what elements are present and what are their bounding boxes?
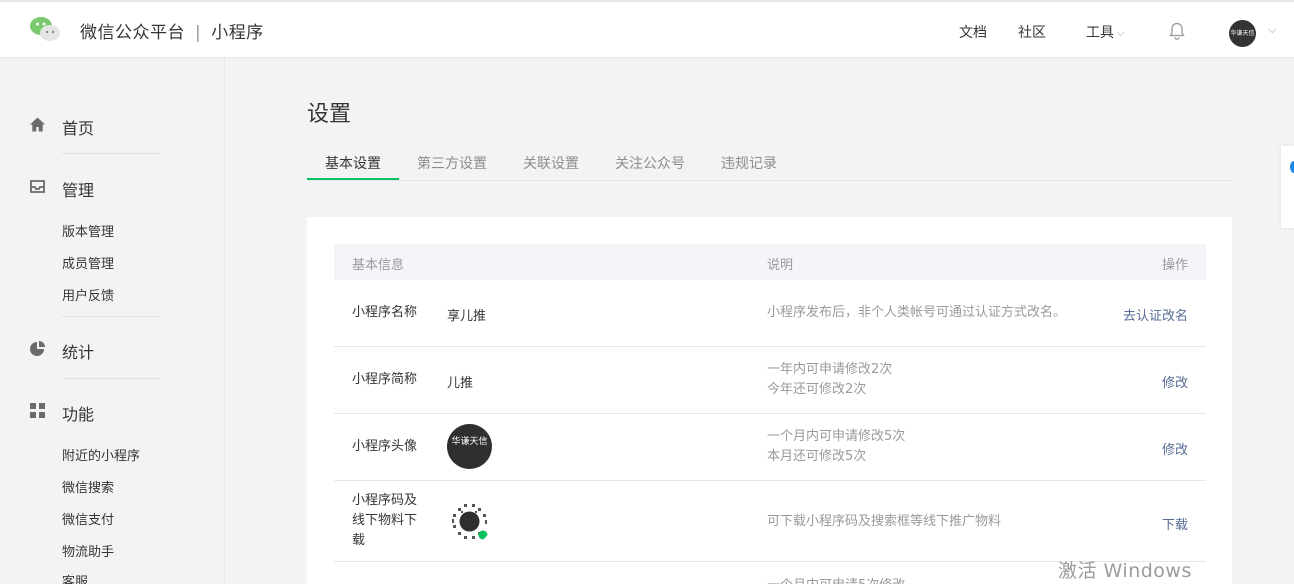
row-label: 小程序名称 — [352, 305, 418, 320]
nav-tools-label: 工具 — [1086, 25, 1114, 41]
floating-help-panel[interactable] — [1281, 146, 1294, 228]
product-name: 小程序 — [211, 23, 264, 43]
sidebar-item-logistics[interactable]: 物流助手 — [62, 541, 114, 560]
user-avatar[interactable]: 华谦天信 — [1229, 20, 1256, 47]
divider — [62, 378, 160, 379]
sidebar-item-search[interactable]: 微信搜索 — [62, 477, 114, 496]
row-desc: 可下载小程序码及搜索框等线下推广物料 — [767, 514, 1002, 529]
pie-chart-icon — [30, 341, 45, 356]
sidebar-item-members[interactable]: 成员管理 — [62, 253, 114, 272]
account-chevron-down-icon[interactable]: ⌵ — [1268, 23, 1276, 37]
row-desc-line1: 一个月内可申请修改5次 — [767, 429, 906, 444]
active-tab-indicator — [307, 178, 399, 180]
brand-separator: | — [195, 23, 202, 43]
brand-title[interactable]: 微信公众平台 | 小程序 — [80, 18, 264, 43]
chevron-down-icon: ⌵ — [1117, 28, 1125, 39]
column-header-info: 基本信息 — [352, 258, 405, 273]
tab-violations[interactable]: 违规记录 — [721, 153, 777, 173]
mini-program-avatar: 华谦天信 — [447, 424, 492, 469]
sidebar-item-home[interactable]: 首页 — [62, 115, 94, 139]
tab-basic-settings[interactable]: 基本设置 — [325, 153, 381, 173]
table-header: 基本信息 说明 操作 — [334, 244, 1206, 280]
nav-docs[interactable]: 文档 — [959, 22, 987, 42]
edit-short-name-link[interactable]: 修改 — [1162, 372, 1188, 391]
sidebar: 首页 管理 版本管理 成员管理 用户反馈 统计 功能 附近的小程序 微信搜索 微… — [0, 58, 225, 584]
column-header-desc: 说明 — [767, 258, 794, 273]
nav-community[interactable]: 社区 — [1018, 22, 1046, 42]
row-desc-line1: 一年内可申请修改2次 — [767, 362, 893, 377]
table-row: 小程序名称 享儿推 小程序发布后，非个人类帐号可通过认证方式改名。 去认证改名 — [334, 280, 1206, 347]
table-row: 小程序码及 线下物料下 载 可下载小程序码及搜索框等线下推广物料 下载 — [334, 481, 1206, 562]
nav-tools[interactable]: 工具 ⌵ — [1086, 22, 1125, 42]
top-bar: 微信公众平台 | 小程序 文档 社区 工具 ⌵ 华谦天信 ⌵ — [0, 0, 1294, 58]
brand-name: 微信公众平台 — [80, 23, 185, 43]
row-value: 享儿推 — [447, 309, 487, 324]
inbox-icon — [30, 180, 45, 193]
sidebar-item-version[interactable]: 版本管理 — [62, 221, 114, 240]
windows-activation-watermark: 激活 Windows — [1058, 560, 1192, 582]
sidebar-item-pay[interactable]: 微信支付 — [62, 509, 114, 528]
sidebar-item-service[interactable]: 客服 — [62, 571, 88, 584]
grid-icon — [30, 403, 45, 418]
sidebar-item-manage[interactable]: 管理 — [62, 177, 94, 201]
user-avatar-text: 华谦天信 — [1230, 30, 1255, 37]
row-desc: 小程序发布后，非个人类帐号可通过认证方式改名。 — [767, 305, 1067, 320]
download-link[interactable]: 下载 — [1162, 514, 1188, 533]
row-label-line2: 线下物料下 — [352, 513, 418, 528]
tab-follow-account[interactable]: 关注公众号 — [615, 153, 685, 173]
edit-avatar-link[interactable]: 修改 — [1162, 439, 1188, 458]
sidebar-item-stats[interactable]: 统计 — [62, 339, 94, 363]
row-desc-line2: 今年还可修改2次 — [767, 382, 867, 397]
sidebar-item-nearby[interactable]: 附近的小程序 — [62, 445, 140, 464]
mini-program-code-image[interactable] — [447, 499, 492, 544]
wechat-logo-icon[interactable] — [28, 14, 62, 44]
row-label-line1: 小程序码及 — [352, 493, 418, 508]
row-desc-line2: 本月还可修改5次 — [767, 449, 867, 464]
sidebar-item-feedback[interactable]: 用户反馈 — [62, 285, 114, 304]
verify-rename-link[interactable]: 去认证改名 — [1123, 305, 1188, 324]
page-title: 设置 — [307, 102, 352, 127]
settings-tabs: 基本设置 第三方设置 关联设置 关注公众号 违规记录 — [307, 140, 1232, 181]
basic-info-card: 基本信息 说明 操作 小程序名称 享儿推 小程序发布后，非个人类帐号可通过认证方… — [307, 217, 1232, 584]
row-label: 小程序简称 — [352, 372, 418, 387]
row-desc: 一个月内可申请5次修改 — [767, 576, 905, 584]
home-icon — [30, 117, 45, 132]
divider — [62, 316, 160, 317]
divider — [62, 153, 160, 154]
help-indicator-icon — [1290, 161, 1294, 173]
table-row: 小程序头像 华谦天信 一个月内可申请修改5次 本月还可修改5次 修改 — [334, 414, 1206, 481]
tab-association[interactable]: 关联设置 — [523, 153, 579, 173]
bell-icon[interactable] — [1169, 22, 1185, 40]
row-value: 儿推 — [447, 376, 474, 391]
table-row: 小程序简称 儿推 一年内可申请修改2次 今年还可修改2次 修改 — [334, 347, 1206, 414]
sidebar-item-features[interactable]: 功能 — [62, 401, 94, 425]
tab-third-party[interactable]: 第三方设置 — [417, 153, 487, 173]
column-header-op: 操作 — [1161, 258, 1188, 273]
avatar-logo-text: 华谦天信 — [451, 437, 488, 447]
row-label-line3: 载 — [352, 533, 366, 548]
row-label: 小程序头像 — [352, 439, 418, 454]
